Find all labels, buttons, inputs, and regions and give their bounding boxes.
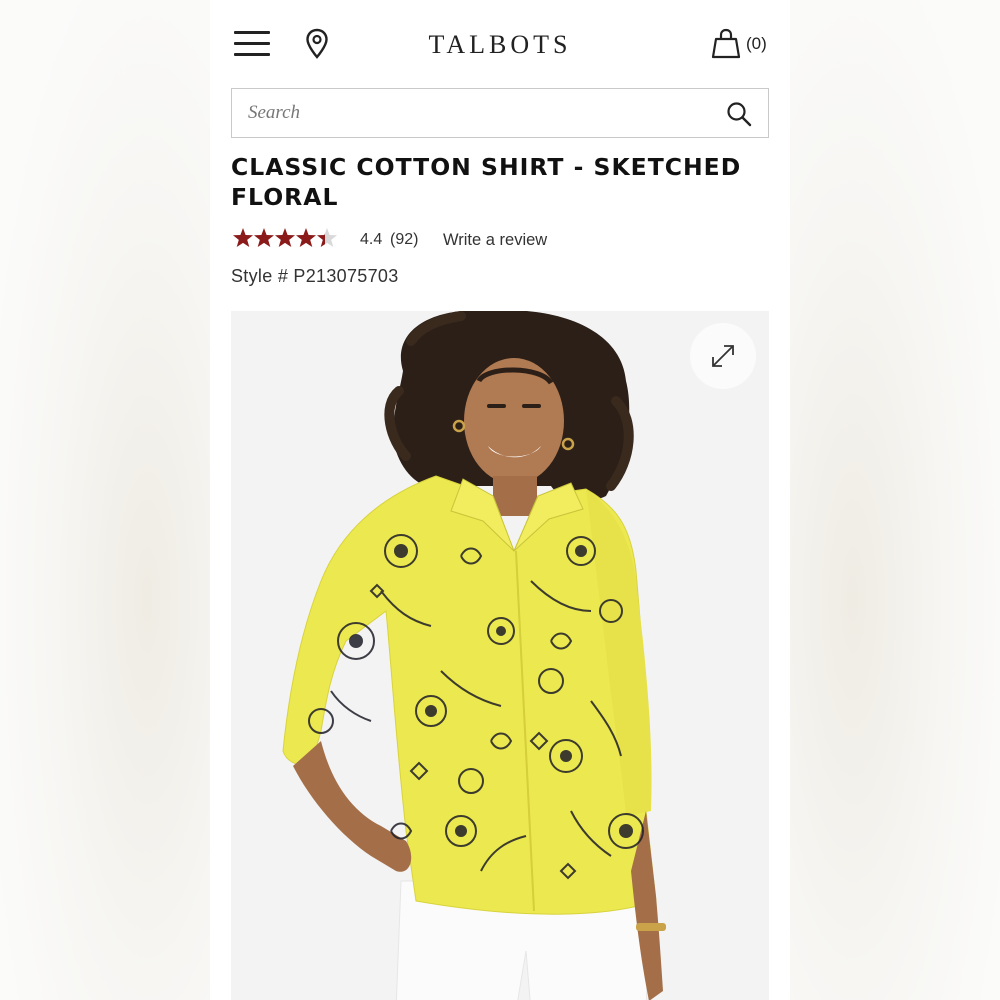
product-title: CLASSIC COTTON SHIRT - SKETCHED FLORAL [231,153,742,211]
rating-value: 4.4 [360,231,383,248]
expand-image-button[interactable] [690,323,756,389]
bag-count: (0) [746,34,767,53]
product-page: TALBOTS (0) CLASSIC COTTON SHIRT - SKETC… [210,0,790,1000]
search-bar [231,88,769,138]
background-left [0,0,210,1000]
background-right [790,0,1000,1000]
brand-logo[interactable]: TALBOTS [390,30,610,60]
rating-stars-icon[interactable] [232,227,342,251]
search-input[interactable] [248,99,708,127]
rating-row: 4.4 (92) Write a review [232,226,772,256]
shopping-bag-icon [711,28,741,59]
menu-icon[interactable] [234,31,270,59]
style-number: Style # P213075703 [231,266,399,286]
rating-count[interactable]: (92) [390,231,418,249]
product-image[interactable] [231,311,769,1000]
site-header: TALBOTS (0) [210,0,790,88]
product-photo [231,311,769,1000]
search-icon[interactable] [726,101,752,127]
shopping-bag-button[interactable]: (0) [710,28,772,60]
expand-icon [712,345,734,367]
location-pin-icon[interactable] [305,28,329,60]
write-review-link[interactable]: Write a review [443,231,547,250]
